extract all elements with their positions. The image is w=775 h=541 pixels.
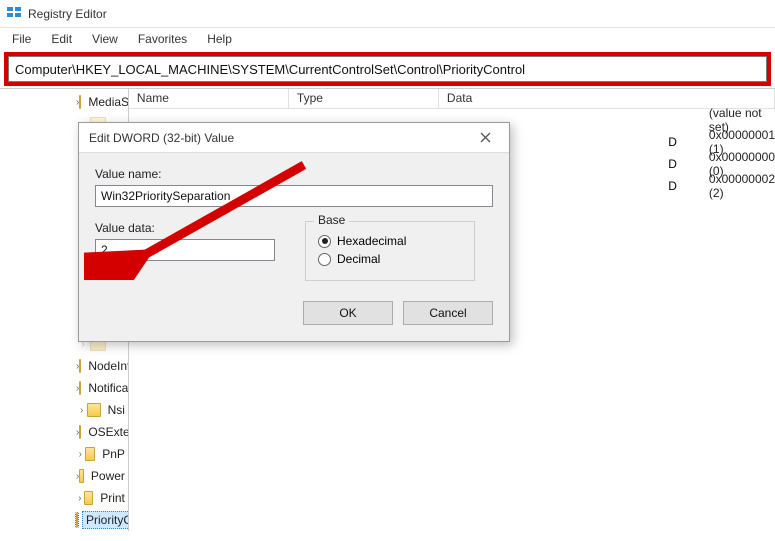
radio-hex[interactable]: Hexadecimal <box>318 234 462 248</box>
window-title: Registry Editor <box>28 7 107 21</box>
radio-hex-label: Hexadecimal <box>337 234 406 248</box>
radio-dec[interactable]: Decimal <box>318 252 462 266</box>
radio-icon <box>318 235 331 248</box>
title-bar: Registry Editor <box>0 0 775 28</box>
value-data-label: Value data: <box>95 221 275 235</box>
menu-help[interactable]: Help <box>203 30 236 48</box>
cancel-button[interactable]: Cancel <box>403 301 493 325</box>
tree-item-prioritycontrol[interactable]: PriorityControl <box>0 509 128 531</box>
base-group: Base Hexadecimal Decimal <box>305 221 475 281</box>
tree-item-mediasets[interactable]: ›MediaSets <box>0 91 128 113</box>
list-headers: Name Type Data <box>129 89 775 109</box>
dialog-title: Edit DWORD (32-bit) Value <box>89 131 234 145</box>
edit-dword-dialog: Edit DWORD (32-bit) Value Value name: Va… <box>78 122 510 342</box>
tree-item-pnp[interactable]: ›PnP <box>0 443 128 465</box>
header-type[interactable]: Type <box>289 89 439 108</box>
header-name[interactable]: Name <box>129 89 289 108</box>
dialog-close-button[interactable] <box>471 127 499 149</box>
menu-file[interactable]: File <box>8 30 35 48</box>
radio-icon <box>318 253 331 266</box>
menu-bar: File Edit View Favorites Help <box>0 28 775 50</box>
base-legend: Base <box>314 213 349 227</box>
ok-button[interactable]: OK <box>303 301 393 325</box>
regedit-icon <box>6 4 22 23</box>
value-name-label: Value name: <box>95 167 493 181</box>
tree-item-notifications[interactable]: ›Notifications <box>0 377 128 399</box>
address-bar[interactable] <box>8 56 767 82</box>
dialog-title-bar[interactable]: Edit DWORD (32-bit) Value <box>79 123 509 153</box>
tree-item-print[interactable]: ›Print <box>0 487 128 509</box>
tree-item-nodeinterfaces[interactable]: ›NodeInterfaces <box>0 355 128 377</box>
tree-item-power[interactable]: ›Power <box>0 465 128 487</box>
close-icon <box>480 132 491 143</box>
menu-favorites[interactable]: Favorites <box>134 30 191 48</box>
radio-dec-label: Decimal <box>337 252 380 266</box>
address-highlight-annotation <box>4 52 771 86</box>
menu-edit[interactable]: Edit <box>47 30 76 48</box>
value-name-input[interactable] <box>95 185 493 207</box>
menu-view[interactable]: View <box>88 30 122 48</box>
tree-item-nsi[interactable]: ›Nsi <box>0 399 128 421</box>
value-data-input[interactable] <box>95 239 275 261</box>
tree-item-osext[interactable]: ›OSExtensionDatabase <box>0 421 128 443</box>
